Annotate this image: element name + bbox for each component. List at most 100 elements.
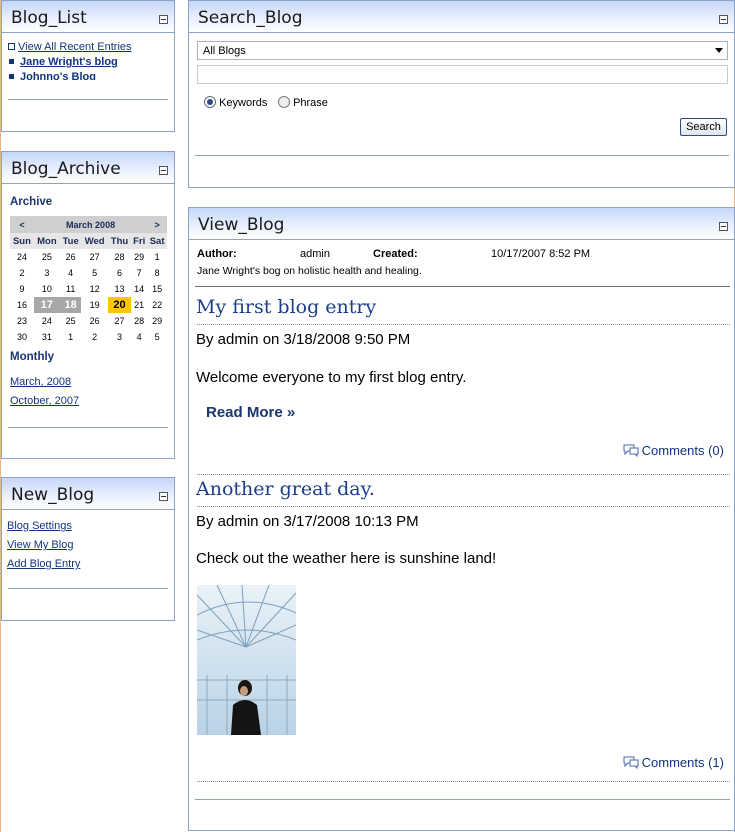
calendar-day[interactable]: 25 — [60, 313, 82, 329]
calendar-day[interactable]: 24 — [10, 249, 34, 265]
calendar-day[interactable]: 7 — [131, 265, 147, 281]
calendar-day[interactable]: 6 — [108, 265, 131, 281]
calendar-day[interactable]: 14 — [131, 281, 147, 297]
blog-settings-link[interactable]: Blog Settings — [7, 520, 72, 532]
radio-selected-icon — [204, 96, 216, 108]
view-blog-title: View_Blog — [198, 215, 285, 235]
comments-link[interactable]: Comments (0) — [623, 443, 724, 458]
calendar-day[interactable]: 8 — [147, 265, 167, 281]
calendar-day[interactable]: 31 — [34, 329, 60, 345]
calendar-day-selected[interactable]: 18 — [59, 297, 82, 313]
weekday-label: Fri — [131, 233, 148, 249]
calendar-day[interactable]: 15 — [147, 281, 167, 297]
divider — [8, 588, 168, 589]
calendar-day[interactable]: 16 — [10, 297, 34, 313]
entry-body: Check out the weather here is sunshine l… — [196, 550, 497, 567]
new-blog-title: New_Blog — [11, 485, 95, 505]
calendar-day[interactable]: 5 — [81, 265, 107, 281]
calendar-day[interactable]: 9 — [10, 281, 34, 297]
calendar-day[interactable]: 24 — [34, 313, 60, 329]
calendar-next-button[interactable]: > — [147, 216, 167, 233]
weekday-label: Mon — [33, 233, 60, 249]
calendar-day[interactable]: 1 — [147, 249, 167, 265]
read-more-link[interactable]: Read More » — [206, 404, 295, 421]
divider — [195, 155, 729, 156]
calendar-day[interactable]: 13 — [108, 281, 131, 297]
blog-list-item-all[interactable]: View All Recent Entries — [8, 40, 132, 55]
weekday-label: Sun — [10, 233, 34, 249]
search-button[interactable]: Search — [680, 118, 727, 136]
calendar-day[interactable]: 26 — [81, 313, 107, 329]
chevron-down-icon — [715, 48, 723, 53]
calendar-day[interactable]: 2 — [81, 329, 107, 345]
calendar-prev-button[interactable]: < — [10, 216, 34, 233]
calendar-day[interactable]: 26 — [60, 249, 82, 265]
month-link-march-2008[interactable]: March, 2008 — [10, 376, 71, 388]
calendar-day[interactable]: 22 — [147, 297, 167, 313]
calendar-day-selected[interactable]: 17 — [33, 297, 60, 313]
calendar-day[interactable]: 27 — [81, 249, 107, 265]
calendar-day[interactable]: 29 — [131, 249, 147, 265]
calendar-day-today[interactable]: 20 — [107, 297, 132, 313]
weekday-label: Wed — [81, 233, 108, 249]
created-value: 10/17/2007 8:52 PM — [491, 248, 591, 260]
entry-title[interactable]: Another great day. — [196, 478, 375, 500]
entry-photo — [197, 585, 296, 735]
phrase-radio[interactable]: Phrase — [278, 96, 328, 109]
minimize-icon[interactable] — [159, 15, 168, 24]
search-input[interactable] — [197, 65, 728, 84]
blog-archive-title: Blog_Archive — [11, 159, 121, 179]
calendar-day[interactable]: 11 — [60, 281, 82, 297]
dotted-divider — [197, 506, 730, 507]
blog-description: Jane Wright's bog on holistic health and… — [197, 265, 422, 277]
divider — [8, 427, 168, 428]
created-label: Created: — [373, 248, 418, 260]
calendar-day[interactable]: 28 — [131, 313, 147, 329]
blog-list-item-johnno[interactable]: Johnno's Blog — [8, 70, 132, 80]
blog-scope-select[interactable]: All Blogs — [197, 41, 728, 60]
keywords-label: Keywords — [219, 97, 268, 109]
calendar-day[interactable]: 29 — [147, 313, 167, 329]
month-link-october-2007[interactable]: October, 2007 — [10, 395, 79, 407]
calendar-day[interactable]: 10 — [34, 281, 60, 297]
blog-list-title: Blog_List — [11, 8, 87, 28]
keywords-radio[interactable]: Keywords — [204, 96, 267, 109]
calendar-day[interactable]: 2 — [10, 265, 34, 281]
calendar-day[interactable]: 12 — [81, 281, 107, 297]
calendar-day[interactable]: 4 — [131, 329, 147, 345]
author-value: admin — [300, 248, 330, 260]
calendar-day[interactable]: 28 — [108, 249, 131, 265]
new-blog-panel: New_Blog Blog Settings View My Blog Add … — [1, 477, 175, 621]
add-blog-entry-link[interactable]: Add Blog Entry — [7, 558, 80, 570]
archive-calendar: < March 2008 > Sun Mon Tue Wed Thu Fri S… — [10, 216, 167, 345]
calendar-day[interactable]: 5 — [147, 329, 167, 345]
minimize-icon[interactable] — [719, 222, 728, 231]
minimize-icon[interactable] — [159, 166, 168, 175]
comments-count: Comments (1) — [641, 755, 724, 770]
calendar-day[interactable]: 4 — [60, 265, 82, 281]
comments-link[interactable]: Comments (1) — [623, 755, 724, 770]
calendar-day[interactable]: 3 — [108, 329, 131, 345]
calendar-day[interactable]: 3 — [34, 265, 60, 281]
calendar-day[interactable]: 27 — [108, 313, 131, 329]
speech-bubble-icon — [623, 444, 639, 457]
calendar-day[interactable]: 21 — [131, 297, 147, 313]
search-blog-title: Search_Blog — [198, 8, 303, 28]
weekday-label: Thu — [107, 233, 132, 249]
divider — [195, 286, 730, 287]
calendar-day[interactable]: 25 — [34, 249, 60, 265]
minimize-icon[interactable] — [719, 15, 728, 24]
blog-list-item-jane[interactable]: Jane Wright's blog — [8, 55, 132, 70]
search-blog-panel: Search_Blog All Blogs Keywords Phrase Se… — [188, 0, 735, 188]
minimize-icon[interactable] — [159, 492, 168, 501]
view-my-blog-link[interactable]: View My Blog — [7, 539, 73, 551]
calendar-day[interactable]: 19 — [81, 297, 107, 313]
divider — [195, 799, 730, 800]
blog-archive-header: Blog_Archive — [2, 152, 174, 184]
calendar-day[interactable]: 23 — [10, 313, 34, 329]
blog-archive-panel: Blog_Archive Archive < March 2008 > Sun … — [1, 151, 175, 459]
calendar-day[interactable]: 30 — [10, 329, 34, 345]
entry-title[interactable]: My first blog entry — [196, 296, 376, 318]
blog-list-panel: Blog_List View All Recent Entries Jane W… — [1, 0, 175, 132]
calendar-day[interactable]: 1 — [60, 329, 82, 345]
